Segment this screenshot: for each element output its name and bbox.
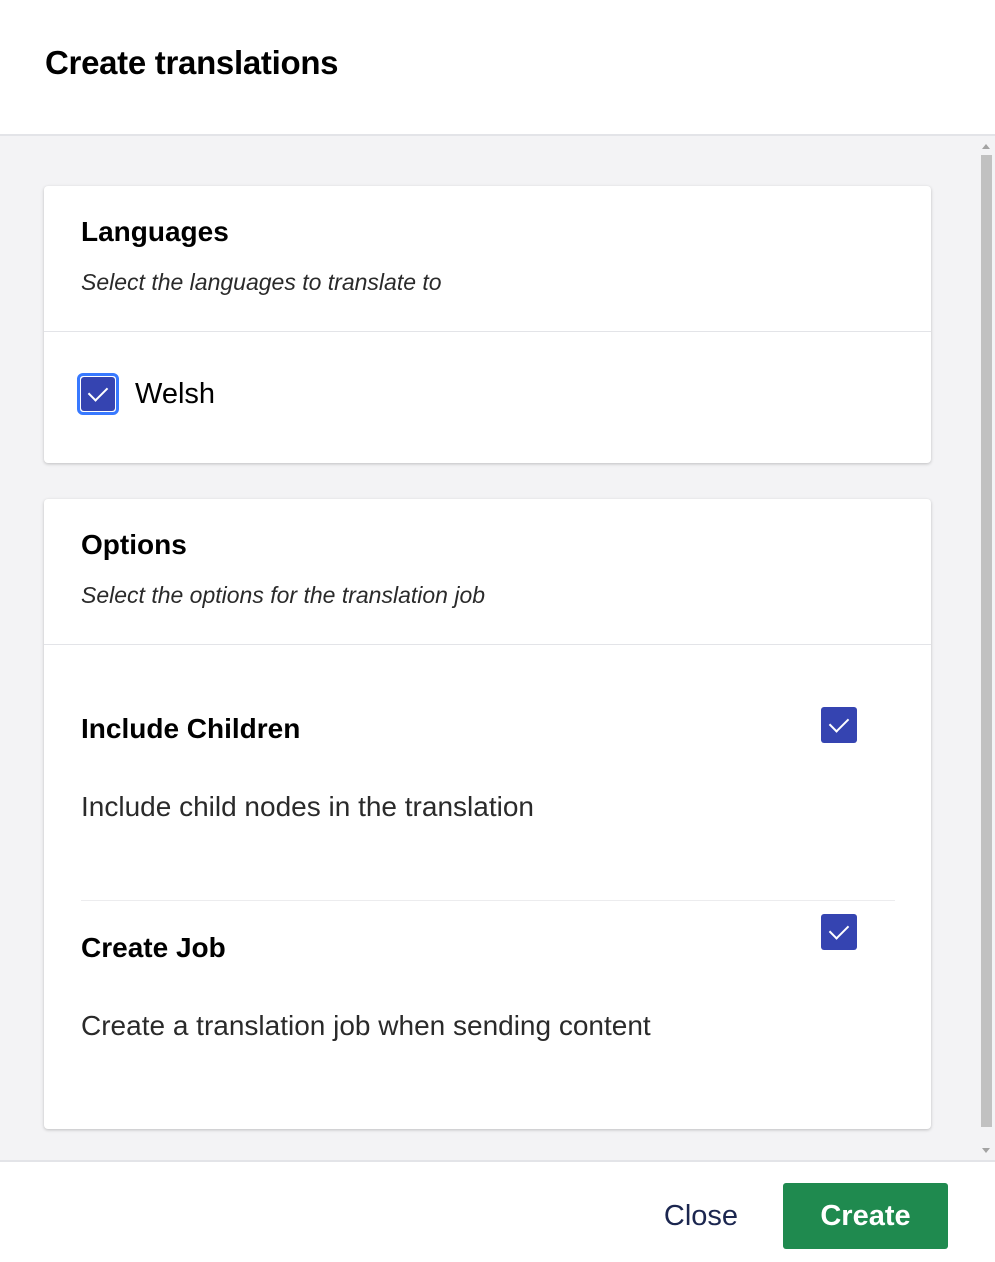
check-icon	[828, 712, 850, 733]
scroll-up-icon[interactable]	[982, 144, 990, 149]
create-job-checkbox-box[interactable]	[821, 914, 857, 950]
dialog-title: Create translations	[45, 44, 339, 81]
welsh-label[interactable]: Welsh	[135, 378, 215, 411]
create-job-description: Create a translation job when sending co…	[81, 1010, 651, 1041]
check-icon	[828, 919, 850, 940]
language-option-welsh[interactable]: Welsh	[77, 373, 215, 415]
languages-subtitle: Select the languages to translate to	[81, 269, 442, 295]
dialog-body[interactable]: Languages Select the languages to transl…	[0, 136, 995, 1161]
create-button[interactable]: Create	[783, 1183, 948, 1249]
welsh-checkbox[interactable]	[77, 373, 119, 415]
languages-card: Languages Select the languages to transl…	[44, 186, 931, 463]
options-card-header: Options Select the options for the trans…	[44, 499, 931, 645]
include-children-checkbox[interactable]	[821, 707, 857, 743]
languages-title: Languages	[81, 216, 229, 247]
dialog-footer: Close Create	[0, 1160, 995, 1262]
option-include-children: Include Children Include child nodes in …	[81, 686, 895, 901]
option-create-job: Create Job Create a translation job when…	[81, 901, 895, 1101]
welsh-checkbox-box[interactable]	[81, 377, 115, 411]
create-translations-dialog: Create translations Languages Select the…	[0, 0, 995, 1262]
languages-card-header: Languages Select the languages to transl…	[44, 186, 931, 332]
include-children-title: Include Children	[81, 713, 301, 744]
options-card: Options Select the options for the trans…	[44, 499, 931, 1129]
create-job-title: Create Job	[81, 932, 226, 963]
check-icon	[87, 381, 109, 402]
vertical-scrollbar[interactable]	[978, 136, 995, 1161]
dialog-header: Create translations	[0, 0, 995, 136]
scroll-down-icon[interactable]	[982, 1148, 990, 1153]
include-children-description: Include child nodes in the translation	[81, 791, 534, 822]
create-job-checkbox[interactable]	[821, 914, 857, 950]
close-button[interactable]: Close	[649, 1183, 753, 1249]
include-children-checkbox-box[interactable]	[821, 707, 857, 743]
options-subtitle: Select the options for the translation j…	[81, 582, 486, 608]
scrollbar-thumb[interactable]	[981, 155, 992, 1127]
options-title: Options	[81, 529, 187, 560]
